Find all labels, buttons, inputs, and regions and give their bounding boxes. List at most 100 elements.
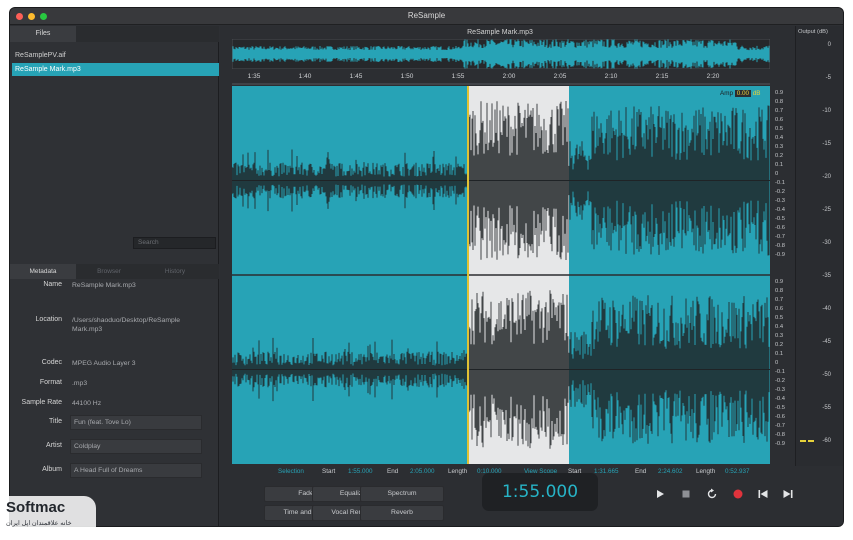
window-title: ReSample (407, 11, 446, 20)
editor-filename: ReSample Mark.mp3 (467, 29, 533, 36)
app-window: ReSample Files ReSamplePV.aif ReSample M… (10, 8, 843, 526)
amp-tick: 0.2 (775, 342, 784, 348)
amp-label: Amp (720, 90, 733, 97)
watermark-logo: Softmac (6, 499, 65, 516)
amp-tick: 0.7 (775, 297, 784, 303)
amp-tick: -0.1 (775, 180, 785, 186)
sample-rate-label: Sample Rate (21, 399, 62, 406)
tab-browser[interactable]: Browser (76, 264, 142, 279)
album-field[interactable]: A Head Full of Dreams (70, 463, 202, 478)
view-start-value[interactable]: 1:31.665 (594, 468, 619, 475)
view-end-label: End (635, 468, 647, 475)
db-tick: -45 (822, 339, 831, 345)
selection-start-label: Start (322, 468, 336, 475)
name-label: Name (43, 281, 62, 288)
output-meter: Output (dB) 0 -5 -10 -15 -20 -25 -30 -35… (795, 26, 843, 466)
title-label: Title (49, 418, 62, 425)
artist-field[interactable]: Coldplay (70, 439, 202, 454)
amp-tick: -0.8 (775, 243, 785, 249)
selection-start-value[interactable]: 1:55.000 (348, 468, 373, 475)
stop-button[interactable] (679, 487, 693, 501)
waveform-editor[interactable]: Amp 0.00 dB (232, 86, 770, 464)
amp-tick: 0.1 (775, 351, 784, 357)
timeline-tick: 1:35 (247, 73, 261, 80)
timeline-tick: 2:05 (553, 73, 567, 80)
db-tick: 0 (827, 42, 831, 48)
amp-tick: 0.3 (775, 144, 784, 150)
playhead[interactable] (467, 86, 469, 464)
amp-tick: -0.9 (775, 252, 785, 258)
waveform-overview[interactable] (231, 38, 771, 70)
amp-tick: 0 (775, 171, 779, 177)
db-tick: -25 (822, 207, 831, 213)
name-value: ReSample Mark.mp3 (72, 282, 136, 289)
db-tick: -55 (822, 405, 831, 411)
tab-metadata[interactable]: Metadata (10, 264, 76, 279)
db-tick: -20 (822, 174, 831, 180)
timeline-tick: 2:20 (706, 73, 720, 80)
db-tick: -40 (822, 306, 831, 312)
amp-tick: 0 (775, 360, 779, 366)
search-input[interactable]: Search (133, 237, 216, 249)
time-display: 1:55.000 (482, 473, 598, 511)
record-button[interactable] (731, 487, 745, 501)
amplitude-axis: 0.9 0.8 0.7 0.6 0.5 0.4 0.3 0.2 0.1 0 -0… (770, 86, 792, 464)
timeline-tick: 2:10 (604, 73, 618, 80)
amp-tick: -0.3 (775, 387, 785, 393)
sample-rate-value: 44100 Hz (72, 400, 102, 407)
amp-tick: -0.6 (775, 225, 785, 231)
timeline-tick: 2:15 (655, 73, 669, 80)
artist-label: Artist (46, 442, 62, 449)
db-tick: -15 (822, 141, 831, 147)
amp-tick: 0.6 (775, 306, 784, 312)
db-tick: -10 (822, 108, 831, 114)
amp-tick: 0.4 (775, 324, 784, 330)
play-button[interactable] (653, 487, 667, 501)
amp-tick: -0.4 (775, 207, 785, 213)
db-tick: -35 (822, 273, 831, 279)
tab-history[interactable]: History (142, 264, 208, 279)
selection-end-value[interactable]: 2:05.000 (410, 468, 435, 475)
amp-value[interactable]: 0.00 (734, 90, 751, 97)
selection-length-label: Length (448, 468, 468, 475)
title-bar: ReSample (10, 8, 843, 25)
timeline-tick: 1:55 (451, 73, 465, 80)
files-tab[interactable]: Files (10, 26, 76, 42)
amp-scale-top: 0.9 0.8 0.7 0.6 0.5 0.4 0.3 0.2 0.1 0 -0… (770, 86, 792, 275)
amp-tick: 0.9 (775, 90, 784, 96)
amp-tick: 0.5 (775, 315, 784, 321)
skip-back-icon (758, 490, 768, 498)
timeline-tick: 1:50 (400, 73, 414, 80)
album-label: Album (42, 466, 62, 473)
db-tick: -60 (822, 438, 831, 444)
meter-level-left (800, 440, 806, 442)
selection-end-label: End (387, 468, 399, 475)
amp-tick: -0.7 (775, 423, 785, 429)
loop-button[interactable] (705, 487, 719, 501)
codec-label: Codec (41, 359, 62, 366)
file-item-selected[interactable]: ReSample Mark.mp3 (12, 63, 219, 76)
metadata-tabs: Metadata Browser History (10, 264, 219, 279)
stop-icon (682, 490, 690, 498)
timeline-ruler[interactable]: 1:35 1:40 1:45 1:50 1:55 2:00 2:05 2:10 … (232, 71, 770, 85)
spectrum-button[interactable]: Spectrum (360, 486, 444, 502)
reverb-button[interactable]: Reverb (360, 505, 444, 521)
amp-tick: 0.3 (775, 333, 784, 339)
amp-tick: -0.5 (775, 216, 785, 222)
location-value: /Users/shaoduo/Desktop/ReSample Mark.mp3 (72, 317, 181, 333)
amp-tick: 0.9 (775, 279, 784, 285)
record-icon (733, 489, 743, 499)
view-end-value[interactable]: 2:24.602 (658, 468, 683, 475)
skip-back-button[interactable] (756, 487, 770, 501)
amp-tick: 0.8 (775, 99, 784, 105)
file-item[interactable]: ReSamplePV.aif (12, 49, 219, 62)
skip-forward-icon (783, 490, 793, 498)
title-field[interactable]: Fun (feat. Tove Lo) (70, 415, 202, 430)
timeline-tick: 1:40 (298, 73, 312, 80)
skip-forward-button[interactable] (781, 487, 795, 501)
waveform-channels (232, 101, 770, 449)
amp-tick: 0.7 (775, 108, 784, 114)
selection-label: Selection (278, 468, 304, 475)
view-length-value[interactable]: 0:52.937 (725, 468, 750, 475)
amp-tick: 0.4 (775, 135, 784, 141)
